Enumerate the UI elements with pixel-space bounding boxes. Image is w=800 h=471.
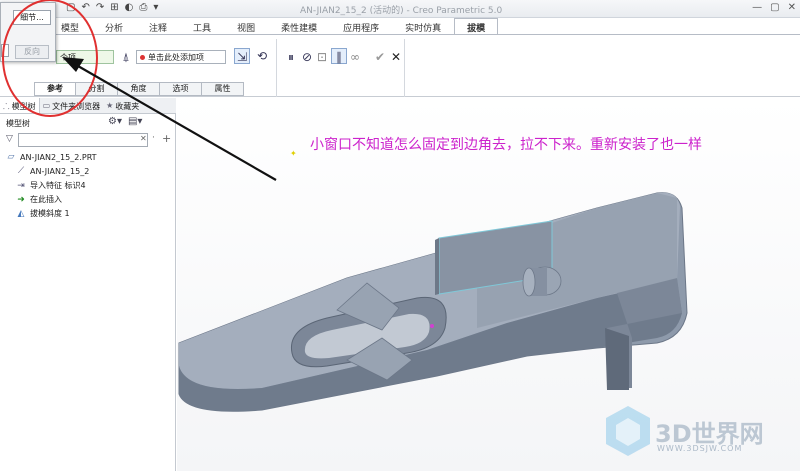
watermark-cube-icon [606,406,650,456]
annotation-text: 小窗口不知道怎么固定到边角去，拉不下来。重新安装了也一样 [310,137,702,153]
annotation-overlay [2,0,277,181]
arrow-head-icon [62,57,84,72]
highlight-circle [2,0,98,117]
watermark-url: WWW.3DSJW.COM [657,444,743,453]
pointer-arrow [77,65,277,181]
